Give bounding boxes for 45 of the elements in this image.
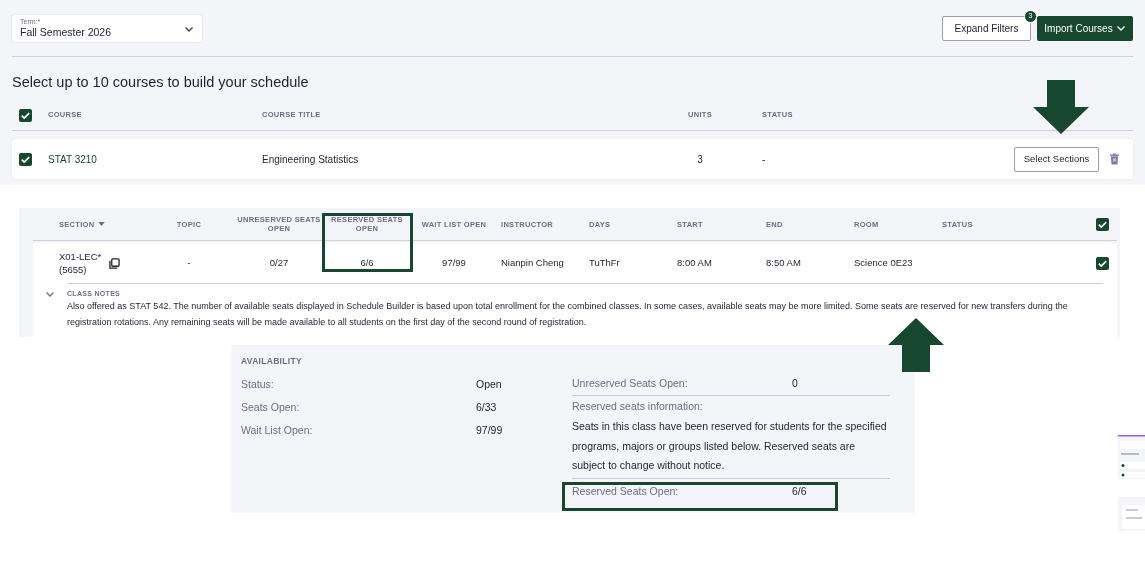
course-title: Engineering Statistics <box>262 152 360 167</box>
page-heading: Select up to 10 courses to build your schedule <box>12 73 310 91</box>
class-notes: Also offered as STAT 542. The number of available seats displayed in Schedule Builder is based upon total enrollment for the combined classes. In some cases, available seats may be more limited. Some seats are reserved for new transfers during the registration rotations. Any remaining seats will be made available to all students on the first day of the second round of registration. <box>67 300 1069 329</box>
field-value: 97/99 <box>476 422 503 438</box>
course-code[interactable]: STAT 3210 <box>48 151 262 167</box>
expand-filters-button[interactable]: Expand Filters <box>942 16 1031 41</box>
copy-icon[interactable] <box>109 257 121 269</box>
field-label: Status: <box>241 376 275 392</box>
field-value: Open <box>476 376 502 392</box>
field-label: Seats Open: <box>241 399 301 415</box>
time-cell-text: 8:50 AM <box>766 255 802 270</box>
checkbox[interactable] <box>1095 256 1109 270</box>
section-code: X01-LEC* <box>59 250 102 263</box>
room-cell-text: Science 0E23 <box>854 255 914 270</box>
import-courses-button[interactable]: Import Courses <box>1037 15 1133 41</box>
field-value: Fall Semester 2026 <box>20 26 112 39</box>
up-arrow-icon <box>888 318 944 372</box>
field-label: Unreserved Seats Open: <box>572 376 689 392</box>
topic-cell-text: - <box>186 255 192 270</box>
field-label: Reserved seats information: <box>572 398 704 414</box>
down-arrow-icon <box>1033 80 1089 134</box>
chevron-icon[interactable] <box>45 289 55 299</box>
select-sections-button[interactable]: Select Sections <box>1014 146 1099 172</box>
field-label: Wait List Open: <box>241 422 314 438</box>
sort-icon[interactable] <box>98 222 106 226</box>
wait-list-cell-text: 97/99 <box>441 255 467 270</box>
instructor-cell-text: Nianpin Cheng <box>501 255 565 270</box>
chevron-down-icon <box>1115 23 1126 33</box>
section-title: AVAILABILITY <box>241 356 303 367</box>
time-cell-text: 8:00 AM <box>677 255 713 270</box>
field-value: 0 <box>792 376 798 392</box>
checkbox[interactable] <box>19 108 32 122</box>
delete-icon[interactable] <box>1110 153 1119 165</box>
field-value: 6/33 <box>476 399 497 415</box>
reserved-seats-info: Seats in this class have been reserved for students for the specified programs, majors or groups listed below. Reserved seats are subject to change without notice. <box>572 419 888 473</box>
field-value: 6/6 <box>792 484 807 500</box>
units-cell-text: 3 <box>696 152 704 167</box>
field-label: Reserved Seats Open: <box>572 484 680 500</box>
days-cell-text: TuThFr <box>589 255 621 270</box>
checkbox[interactable] <box>1095 217 1109 231</box>
class-number: (5655) <box>59 263 88 276</box>
status-cell-text: - <box>762 152 767 167</box>
seats-cell-text: 0/27 <box>268 255 290 270</box>
seats-cell-text: 6/6 <box>359 255 375 270</box>
checkbox[interactable] <box>19 152 32 166</box>
